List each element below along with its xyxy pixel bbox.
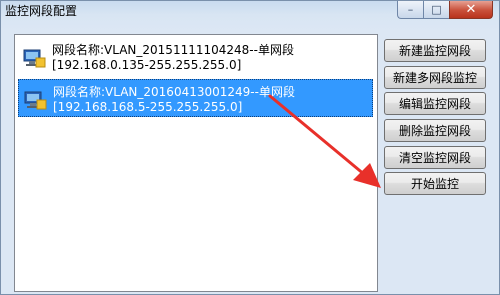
maximize-button[interactable]: □	[423, 1, 449, 19]
segment-name: 网段名称:VLAN_20151111104248--单网段	[52, 43, 294, 57]
list-item-selected[interactable]: 网段名称:VLAN_20160413001249--单网段 [192.168.1…	[18, 79, 373, 117]
segment-name: 网段名称:VLAN_20160413001249--单网段	[53, 85, 295, 99]
delete-segment-button[interactable]: 删除监控网段	[384, 119, 486, 142]
list-item[interactable]: 网段名称:VLAN_20151111104248--单网段 [192.168.0…	[18, 38, 373, 76]
segment-range: [192.168.168.5-255.255.255.0]	[53, 100, 243, 114]
minimize-button[interactable]: –	[397, 1, 423, 19]
window-title: 监控网段配置	[5, 4, 78, 18]
network-computer-icon	[23, 49, 46, 68]
new-segment-button[interactable]: 新建监控网段	[384, 39, 486, 62]
start-monitor-button[interactable]: 开始监控	[384, 172, 486, 195]
edit-segment-button[interactable]: 编辑监控网段	[384, 92, 486, 115]
clear-segment-button[interactable]: 清空监控网段	[384, 146, 486, 169]
network-computer-icon	[24, 91, 47, 110]
close-button[interactable]: ✕	[449, 1, 493, 19]
segment-range: [192.168.0.135-255.255.255.0]	[52, 58, 242, 72]
new-multi-segment-button[interactable]: 新建多网段监控	[384, 66, 486, 89]
window-controls: – □ ✕	[397, 1, 493, 19]
segment-list[interactable]: 网段名称:VLAN_20151111104248--单网段 [192.168.0…	[14, 34, 378, 292]
